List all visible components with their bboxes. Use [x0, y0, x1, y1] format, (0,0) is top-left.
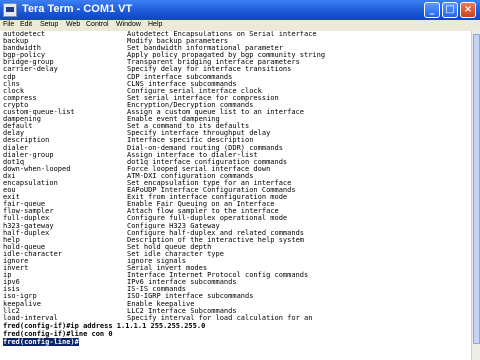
app-icon[interactable]	[3, 3, 17, 17]
minimize-button[interactable]: _	[424, 2, 440, 18]
menu-bar: File Edit Setup Web Control Window Help	[0, 20, 480, 31]
prompt-text: fred(config-line)#	[3, 337, 79, 346]
help-row: load-interval Specify interval for load c…	[1, 313, 471, 322]
help-row: custom-queue-list Assign a custom queue l…	[1, 108, 471, 116]
scrollbar-thumb[interactable]	[473, 34, 480, 344]
close-button[interactable]: ×	[460, 2, 476, 18]
terminal-screen[interactable]: autodetect Autodetect Encapsulations on S…	[1, 31, 471, 360]
help-row: full-duplex Configure full-duplex operati…	[1, 215, 471, 222]
title-bar[interactable]: Tera Term - COM1 VT _ □ ×	[0, 0, 480, 20]
help-row: carrier-delay Specify delay for interface…	[1, 66, 471, 73]
menu-web[interactable]: Web	[66, 21, 80, 28]
menu-window[interactable]: Window	[116, 21, 141, 28]
menu-setup[interactable]: Setup	[40, 21, 58, 28]
help-row: ignore ignore signals	[1, 257, 471, 265]
menu-edit[interactable]: Edit	[20, 21, 32, 28]
help-description: Specify interval for load calculation fo…	[127, 313, 313, 322]
help-command: load-interval	[3, 313, 58, 322]
help-row: help Description of the interactive help …	[1, 236, 471, 244]
maximize-button[interactable]: □	[442, 2, 458, 18]
terminal-input-line: fred(config-if)#ip address 1.1.1.1 255.2…	[3, 321, 206, 330]
terminal-input-line: fred(config-if)#line con 0	[3, 329, 113, 338]
vertical-scrollbar[interactable]	[471, 31, 480, 360]
help-row: autodetect Autodetect Encapsulations on S…	[1, 31, 471, 38]
help-row: ipv6 IPv6 interface subcommands	[1, 279, 471, 286]
menu-help[interactable]: Help	[148, 21, 162, 28]
menu-control[interactable]: Control	[86, 21, 109, 28]
window-title: Tera Term - COM1 VT	[22, 3, 133, 15]
help-output: autodetect Autodetect Encapsulations on S…	[1, 31, 471, 322]
menu-file[interactable]: File	[3, 21, 14, 28]
command-prompt[interactable]: fred(config-line)#	[1, 337, 471, 347]
help-row: hold-queue Set hold queue depth	[1, 243, 471, 251]
help-row: idle-character Set idle character type	[1, 250, 471, 258]
help-row: iso-igrp ISO-IGRP interface subcommands	[1, 293, 471, 300]
